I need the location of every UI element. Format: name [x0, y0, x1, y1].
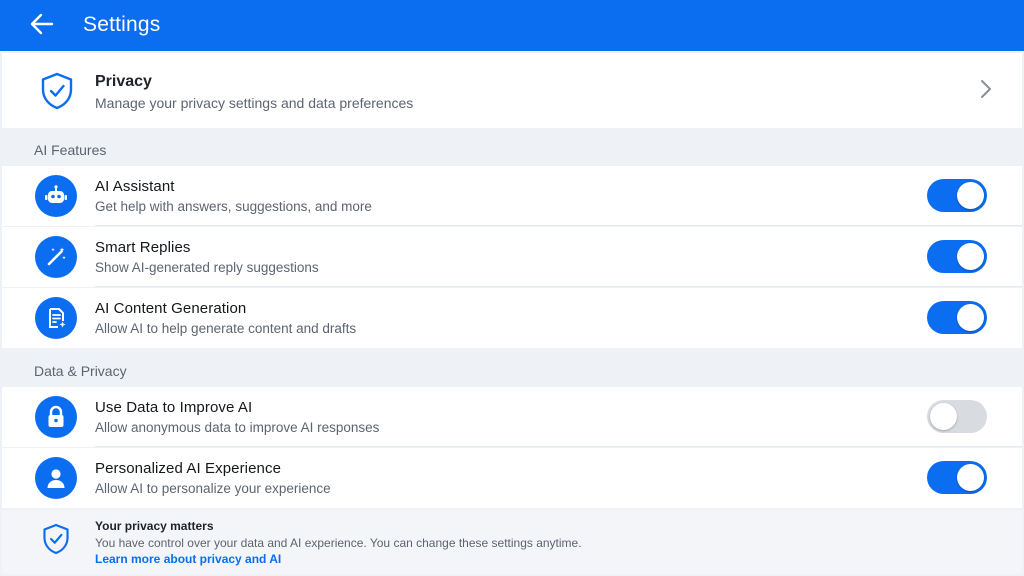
toggle-knob — [957, 304, 984, 331]
divider — [95, 225, 1022, 226]
shield-check-icon — [40, 72, 74, 115]
toggle-knob — [957, 243, 984, 270]
toggle-knob — [957, 464, 984, 491]
app-header: Settings — [0, 0, 1024, 51]
privacy-info-footer: Your privacy matters You have control ov… — [2, 510, 1022, 574]
setting-row-ai-content-generation: AI Content Generation Allow AI to help g… — [2, 288, 1022, 348]
chevron-right-icon — [980, 79, 992, 104]
setting-subtitle: Allow AI to help generate content and dr… — [95, 321, 357, 336]
footer-body: You have control over your data and AI e… — [95, 536, 582, 550]
toggle-knob — [957, 182, 984, 209]
setting-row-personalized-ai-experience: Personalized AI Experience Allow AI to p… — [2, 448, 1022, 508]
setting-subtitle: Show AI-generated reply suggestions — [95, 260, 319, 275]
setting-row-use-data-to-improve-ai: Use Data to Improve AI Allow anonymous d… — [2, 387, 1022, 447]
magic-wand-icon — [35, 236, 77, 278]
setting-row-ai-assistant: AI Assistant Get help with answers, sugg… — [2, 166, 1022, 226]
toggle-knob — [930, 403, 957, 430]
shield-check-icon — [42, 523, 70, 560]
person-icon — [35, 457, 77, 499]
setting-subtitle: Get help with answers, suggestions, and … — [95, 199, 372, 214]
ai-content-generation-toggle[interactable] — [927, 301, 987, 334]
smart-replies-toggle[interactable] — [927, 240, 987, 273]
setting-title: Use Data to Improve AI — [95, 399, 253, 416]
back-button[interactable] — [28, 12, 56, 40]
use-data-to-improve-ai-toggle[interactable] — [927, 400, 987, 433]
setting-title: Personalized AI Experience — [95, 460, 282, 477]
footer-title: Your privacy matters — [95, 519, 214, 533]
document-sparkle-icon — [35, 297, 77, 339]
setting-subtitle: Allow anonymous data to improve AI respo… — [95, 420, 380, 435]
ai-assistant-toggle[interactable] — [927, 179, 987, 212]
section-header-data-privacy: Data & Privacy — [34, 363, 127, 379]
divider — [95, 286, 1022, 287]
privacy-settings-row[interactable]: Privacy Manage your privacy settings and… — [2, 53, 1022, 128]
learn-more-link[interactable]: Learn more about privacy and AI — [95, 552, 281, 566]
setting-title: Smart Replies — [95, 239, 191, 256]
section-header-ai-features: AI Features — [34, 142, 107, 158]
divider — [95, 446, 1022, 447]
privacy-subtitle: Manage your privacy settings and data pr… — [95, 95, 414, 111]
personalized-ai-experience-toggle[interactable] — [927, 461, 987, 494]
setting-title: AI Content Generation — [95, 300, 247, 317]
lock-icon — [35, 396, 77, 438]
setting-row-smart-replies: Smart Replies Show AI-generated reply su… — [2, 227, 1022, 287]
page-title: Settings — [83, 13, 161, 36]
robot-icon — [35, 175, 77, 217]
setting-subtitle: Allow AI to personalize your experience — [95, 481, 331, 496]
setting-title: AI Assistant — [95, 178, 175, 195]
arrow-left-icon — [30, 13, 54, 40]
privacy-title: Privacy — [95, 73, 152, 90]
